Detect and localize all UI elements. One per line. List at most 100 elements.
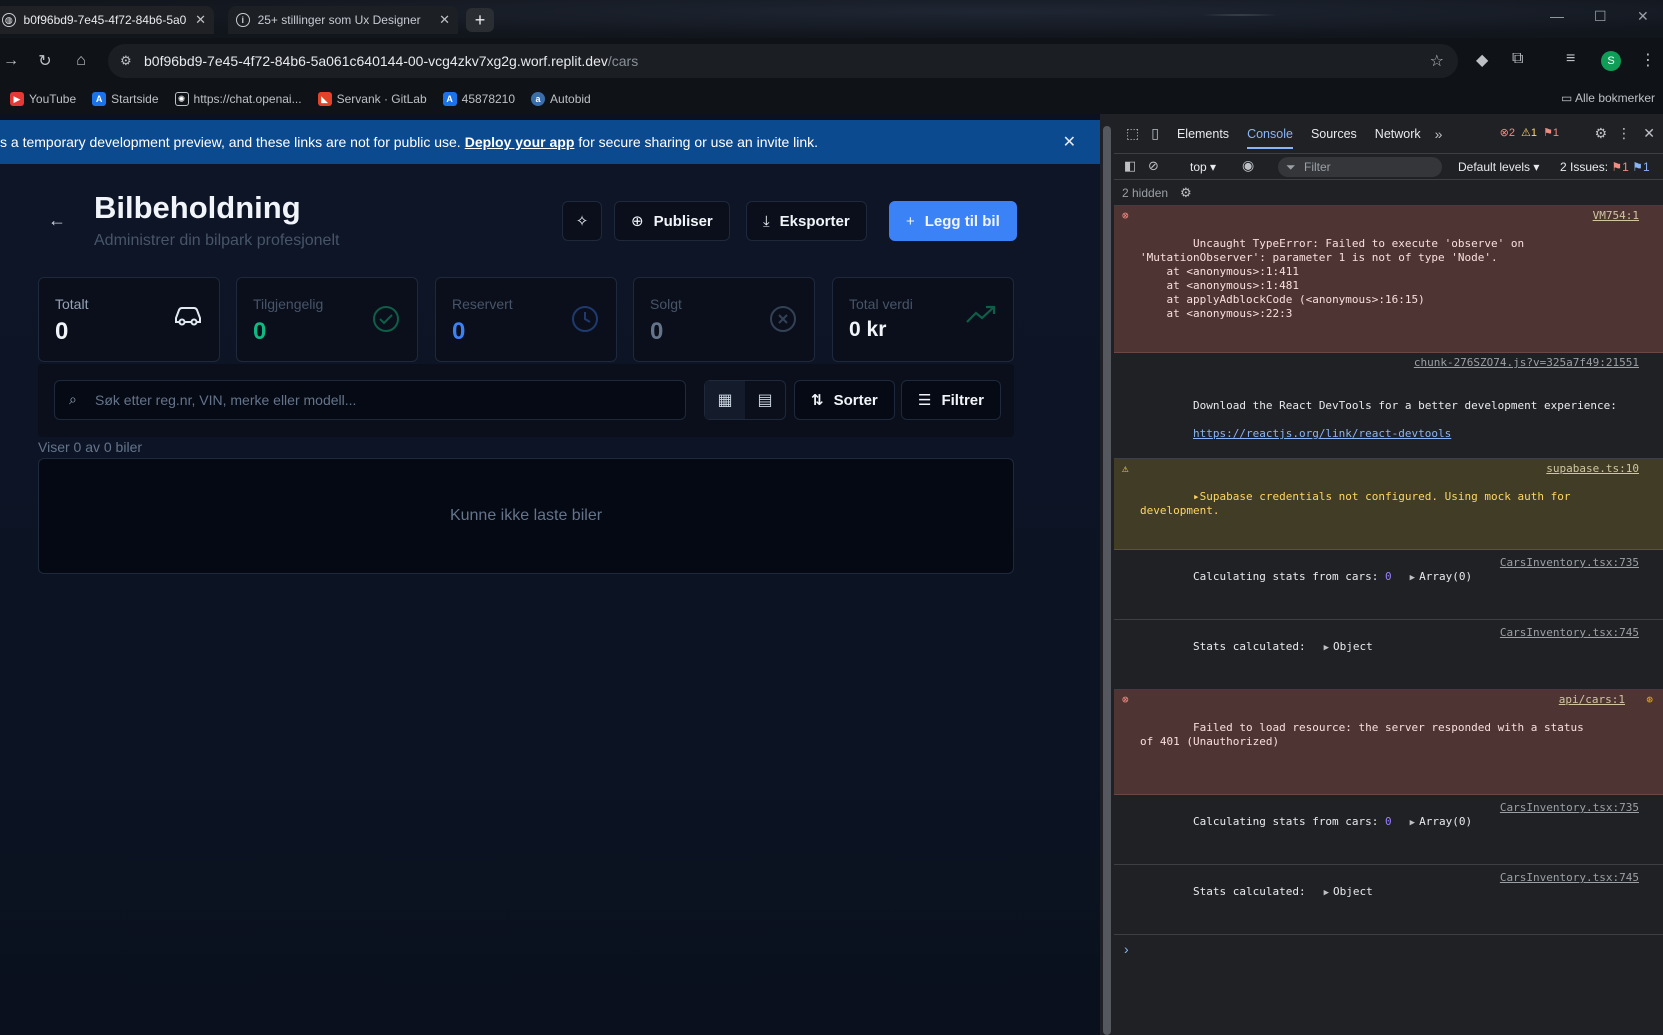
sort-button[interactable]: ⇅ Sorter [794, 380, 895, 420]
all-bookmarks[interactable]: ▭ Alle bokmerker [1561, 91, 1655, 105]
console-info[interactable]: chunk-276SZO74.js?v=325a7f49:21551 Downl… [1114, 353, 1663, 459]
bookmark-autobid[interactable]: a Autobid [531, 92, 591, 106]
sort-icon: ⇅ [811, 392, 824, 409]
deploy-link[interactable]: Deploy your app [465, 134, 575, 150]
flag-icon: ⚑ [1543, 127, 1553, 139]
url-host: b0f96bd9-7e45-4f72-84b6-5a061c640144-00-… [144, 53, 608, 69]
tab-sources[interactable]: Sources [1311, 127, 1357, 141]
expand-arrow-icon[interactable]: ▶ [1324, 643, 1329, 653]
stat-card-sold: Solgt 0 [633, 277, 815, 362]
bookmark-gitlab[interactable]: ◣ Servank · GitLab [317, 92, 427, 106]
issues-button[interactable]: 2 Issues: ⚑1 ⚑1 [1560, 160, 1650, 174]
gitlab-icon: ◣ [317, 92, 332, 106]
close-icon[interactable]: ✕ [439, 12, 450, 28]
devtools-link[interactable]: https://reactjs.org/link/react-devtools [1193, 427, 1451, 440]
message-object[interactable]: Array(0) [1419, 570, 1472, 583]
bookmark-startside[interactable]: A Startside [92, 92, 159, 106]
forward-icon[interactable]: → [0, 50, 22, 72]
network-icon[interactable]: ⊛ [1646, 693, 1653, 707]
table-view-icon[interactable]: ▤ [745, 381, 785, 419]
reload-icon[interactable]: ↻ [34, 50, 56, 72]
profile-avatar[interactable]: S [1601, 51, 1621, 71]
message-source-link[interactable]: CarsInventory.tsx:735 [1500, 801, 1639, 815]
publish-button[interactable]: ⊕ Publiser [614, 201, 730, 241]
search-input[interactable]: ⌕ Søk etter reg.nr, VIN, merke eller mod… [54, 380, 686, 420]
export-label: Eksporter [779, 212, 850, 230]
inspect-icon[interactable]: ⬚ [1126, 125, 1139, 142]
message-object[interactable]: Object [1333, 640, 1373, 653]
bookmark-star-icon[interactable]: ☆ [1430, 51, 1444, 71]
message-source-link[interactable]: chunk-276SZO74.js?v=325a7f49:21551 [1414, 356, 1639, 370]
add-car-button[interactable]: + Legg til bil [889, 201, 1017, 241]
devtools-close-icon[interactable]: ✕ [1643, 125, 1655, 142]
bookmark-youtube[interactable]: ▶ YouTube [10, 92, 76, 106]
window-close-icon[interactable]: ✕ [1637, 8, 1649, 25]
message-object[interactable]: Array(0) [1419, 815, 1472, 828]
tab-console[interactable]: Console [1247, 127, 1293, 149]
kebab-menu-icon[interactable]: ⋮ [1617, 125, 1631, 142]
message-number: 0 [1385, 815, 1392, 828]
devtools-counts[interactable]: ⊗2 ⚠1 ⚑1 [1500, 126, 1559, 139]
ai-sparkle-button[interactable]: ✧ [562, 201, 602, 241]
more-tabs-icon[interactable]: » [1435, 126, 1443, 142]
tab-replit[interactable]: ◍ b0f96bd9-7e45-4f72-84b6-5a0 ✕ [0, 6, 214, 34]
error-count: ⊗2 [1499, 127, 1515, 139]
plus-icon: + [906, 212, 915, 230]
media-icon[interactable]: ≡ [1566, 50, 1575, 68]
extension-icon[interactable]: ◆ [1476, 50, 1488, 70]
message-source-link[interactable]: CarsInventory.tsx:735 [1500, 556, 1639, 570]
scrollbar-thumb[interactable] [1103, 126, 1111, 1035]
message-source-link[interactable]: supabase.ts:10 [1546, 462, 1639, 476]
console-prompt[interactable]: › [1114, 935, 1663, 961]
tab-title: b0f96bd9-7e45-4f72-84b6-5a0 [23, 13, 187, 27]
console-warning[interactable]: ⚠ ▸Supabase credentials not configured. … [1114, 459, 1663, 550]
export-button[interactable]: ⤓ Eksporter [746, 201, 867, 241]
stat-label: Total verdi [849, 296, 913, 312]
filter-button[interactable]: ☰ Filtrer [901, 380, 1001, 420]
message-source-link[interactable]: VM754:1 [1593, 209, 1639, 223]
message-source-link[interactable]: CarsInventory.tsx:745 [1500, 871, 1639, 885]
bookmark-number[interactable]: A 45878210 [442, 92, 515, 106]
maximize-icon[interactable]: ☐ [1594, 8, 1607, 25]
expand-arrow-icon[interactable]: ▶ [1324, 888, 1329, 898]
home-icon[interactable]: ⌂ [70, 50, 92, 72]
console-error[interactable]: ⊗ Uncaught TypeError: Failed to execute … [1114, 206, 1663, 353]
back-arrow-icon[interactable]: ← [48, 210, 66, 231]
console-log[interactable]: Calculating stats from cars: 0 ▶ Array(0) … [1114, 795, 1663, 865]
new-tab-button[interactable]: + [466, 8, 494, 32]
tab-elements[interactable]: Elements [1177, 127, 1229, 141]
clear-console-icon[interactable]: ⊘ [1148, 158, 1159, 174]
settings-gear-icon[interactable]: ⚙ [1594, 125, 1607, 142]
console-log[interactable]: Stats calculated: ▶ Object CarsInventory.t… [1114, 620, 1663, 690]
console-settings-icon[interactable]: ⚙ [1180, 185, 1192, 201]
expand-arrow-icon[interactable]: ▶ [1410, 818, 1415, 828]
tab-jobs[interactable]: i 25+ stillinger som Ux Designer ✕ [228, 6, 458, 34]
console-log[interactable]: Calculating stats from cars: 0 ▶ Array(0) … [1114, 550, 1663, 620]
site-settings-icon[interactable]: ⚙ [120, 53, 132, 69]
context-select[interactable]: top ▾ [1190, 160, 1216, 174]
eye-icon[interactable]: ◉ [1242, 157, 1254, 174]
device-toolbar-icon[interactable]: ▯ [1151, 125, 1159, 142]
message-source-link[interactable]: api/cars:1 [1559, 693, 1625, 707]
message-object[interactable]: Object [1333, 885, 1373, 898]
console-filter-input[interactable]: ⏷ Filter [1278, 157, 1442, 177]
puzzle-icon[interactable]: ⧉ [1512, 50, 1523, 68]
bookmark-chat[interactable]: ✺ https://chat.openai... [174, 92, 302, 106]
grid-view-icon[interactable]: ▦ [705, 381, 745, 419]
message-source-link[interactable]: CarsInventory.tsx:745 [1500, 626, 1639, 640]
sidebar-toggle-icon[interactable]: ◧ [1124, 158, 1136, 174]
page-scrollbar[interactable] [1100, 114, 1114, 1035]
expand-arrow-icon[interactable]: ▸ [1193, 490, 1200, 503]
console-error[interactable]: ⊗ Failed to load resource: the server re… [1114, 690, 1663, 795]
tab-network[interactable]: Network [1375, 127, 1421, 141]
log-levels-select[interactable]: Default levels ▾ [1458, 160, 1539, 174]
console-log[interactable]: Stats calculated: ▶ Object CarsInventory.t… [1114, 865, 1663, 935]
menu-icon[interactable]: ⋮ [1640, 50, 1656, 70]
issue-count: ⚑1 [1543, 127, 1559, 139]
address-bar[interactable]: ⚙ b0f96bd9-7e45-4f72-84b6-5a061c640144-0… [108, 44, 1458, 78]
banner-close-icon[interactable]: ✕ [1063, 132, 1076, 152]
expand-arrow-icon[interactable]: ▶ [1410, 573, 1415, 583]
bookmark-label: Startside [111, 92, 159, 106]
minimize-icon[interactable]: — [1550, 8, 1564, 24]
close-icon[interactable]: ✕ [195, 12, 206, 28]
